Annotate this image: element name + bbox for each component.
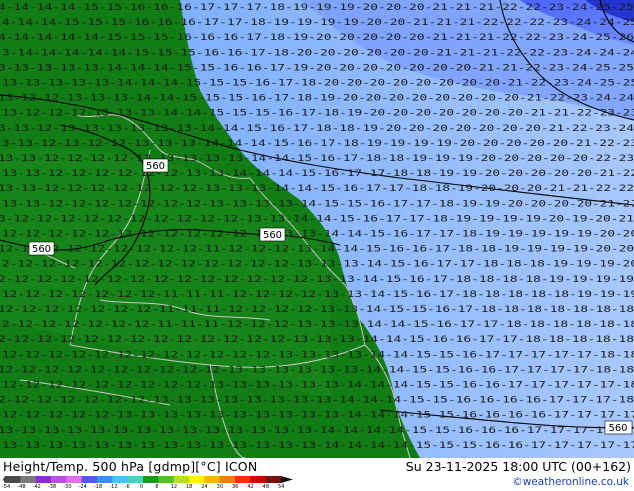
colorbar-swatch bbox=[173, 476, 190, 483]
colorbar-right-arrow bbox=[281, 476, 293, 483]
colorbar-swatch bbox=[81, 476, 98, 483]
colorbar-tick-label: -48 bbox=[17, 484, 26, 490]
temperature-row: 2-12-12-12-12-12-12-12-12-12-12-12-12-12… bbox=[0, 275, 634, 285]
colorbar-swatch bbox=[51, 476, 67, 483]
temperature-row: 13-13-13-13-13-14-14-14-15-15-15-16-17-1… bbox=[2, 79, 634, 89]
colorbar-tick-label: 24 bbox=[201, 484, 208, 490]
temperature-row: 13-13-12-12-12-12-12-13-13-13-13-14-14-1… bbox=[0, 154, 634, 164]
temperature-row: 12-12-12-12-12-12-12-12-12-12-13-13-13-1… bbox=[0, 365, 634, 375]
colorbar-tick-label: 0 bbox=[140, 484, 144, 490]
temperature-row: 2-12-12-12-12-12-12-11-11-11-12-12-12-13… bbox=[2, 320, 634, 330]
temperature-row: 12-12-12-12-12-12-12-12-12-12-12-13-13-1… bbox=[2, 230, 634, 240]
temperature-row: 12-12-12-12-12-12-12-11-11-11-12-12-12-1… bbox=[0, 305, 634, 315]
contour-label-text: 560 bbox=[608, 423, 627, 434]
colorbar-tick-label: 18 bbox=[186, 484, 193, 490]
valid-time: Su 23-11-2025 18:00 UTC (00+162) bbox=[405, 459, 631, 474]
colorbar-swatch bbox=[158, 476, 175, 483]
contour-label: 560 bbox=[28, 241, 55, 256]
colorbar-tick-label: 12 bbox=[170, 484, 178, 490]
credit-link[interactable]: ©weatheronline.co.uk bbox=[512, 476, 629, 488]
colorbar-swatch bbox=[66, 476, 83, 483]
colorbar-tick-label: 36 bbox=[232, 484, 239, 490]
contour-label: 560 bbox=[142, 158, 169, 173]
colorbar-swatch bbox=[143, 476, 159, 483]
temperature-row: 13-13-13-13-13-13-13-13-13-13-13-13-13-1… bbox=[0, 426, 634, 436]
colorbar-tick-label: -42 bbox=[32, 484, 41, 490]
map-title: Height/Temp. 500 hPa [gdmp][°C] ICON bbox=[3, 459, 258, 474]
temperature-row: 12-12-12-12-12-12-12-12-12-12-12-12-13-1… bbox=[2, 350, 634, 360]
colorbar-labels: -54 -48 -42 -38 -30 -24 -18 -12 -6 0 6 12 18 24 30 36 42… bbox=[0, 485, 300, 491]
colorbar-swatch bbox=[97, 476, 113, 483]
temperature-row: 13-13-12-12-12-12-12-12-12-13-13-13-14-1… bbox=[0, 184, 634, 194]
colorbar-swatch bbox=[112, 476, 129, 483]
colorbar-swatch bbox=[235, 476, 251, 483]
temperature-row: 2-12-12-12-12-12-12-13-13-13-13-13-13-13… bbox=[0, 396, 634, 406]
colorbar-swatch bbox=[219, 476, 236, 483]
temperature-row: 12-12-12-12-12-12-12-12-12-11-12-12-12-1… bbox=[0, 245, 634, 255]
contour-label-text: 560 bbox=[32, 244, 51, 255]
temperature-row: 12-12-12-12-12-12-12-12-12-13-13-13-13-1… bbox=[2, 381, 634, 391]
colorbar-tick-label: 54 bbox=[278, 484, 285, 490]
contour-label: 560 bbox=[259, 227, 286, 242]
temperature-row: 4-14-14-14-15-15-16-16-16-17-17-17-18-19… bbox=[0, 3, 634, 13]
colorbar-tick-label: 48 bbox=[262, 484, 270, 490]
colorbar bbox=[3, 476, 293, 483]
colorbar-swatch bbox=[127, 476, 144, 483]
temperature-row: 4-14-14-14-14-15-15-15-16-16-16-17-18-19… bbox=[0, 33, 634, 43]
colorbar-swatch bbox=[265, 476, 282, 483]
colorbar-swatch bbox=[20, 476, 37, 483]
colorbar-tick-label: 6 bbox=[155, 484, 159, 490]
temperature-row: 2-12-12-12-12-12-12-12-12-12-12-12-12-13… bbox=[2, 260, 634, 270]
map-canvas: 4-14-14-14-15-15-16-16-16-17-17-17-18-19… bbox=[0, 0, 634, 458]
temperature-row: 13-12-12-13-13-13-14-14-15-15-15-16-17-1… bbox=[0, 94, 634, 104]
colorbar-tick-label: -18 bbox=[94, 484, 103, 490]
map-footer: Height/Temp. 500 hPa [gdmp][°C] ICON Su … bbox=[0, 458, 634, 490]
temperature-row: 13-12-12-12-13-13-13-14-14-15-15-15-16-1… bbox=[2, 109, 634, 119]
contour-label: 560 bbox=[604, 420, 633, 435]
colorbar-tick-label: 42 bbox=[247, 484, 254, 490]
colorbar-left-arrow bbox=[3, 476, 5, 483]
temperature-row: 3-13-13-13-13-14-14-14-15-15-16-16-17-19… bbox=[0, 63, 634, 73]
colorbar-tick-label: -12 bbox=[109, 484, 118, 490]
temperature-row: 13-13-12-12-12-12-12-12-13-13-14-14-14-1… bbox=[2, 169, 634, 179]
colorbar-tick-label: -6 bbox=[124, 484, 130, 490]
colorbar-swatch bbox=[204, 476, 221, 483]
colorbar-swatch bbox=[35, 476, 52, 483]
colorbar-swatch bbox=[189, 476, 205, 483]
weather-map: 4-14-14-14-15-15-16-16-16-17-17-17-18-19… bbox=[0, 0, 634, 458]
contour-label-text: 560 bbox=[263, 230, 282, 241]
temperature-row: 3-13-12-13-13-13-13-13-13-14-14-15-16-17… bbox=[0, 124, 634, 134]
temperature-row: 13-13-12-12-12-12-12-12-12-13-13-13-13-1… bbox=[2, 199, 634, 209]
colorbar-swatch bbox=[5, 476, 21, 483]
colorbar-tick-label: -38 bbox=[48, 484, 57, 490]
colorbar-tick-label: -30 bbox=[63, 484, 72, 490]
temperature-row: 12-12-12-12-12-13-13-13-13-13-13-13-13-1… bbox=[2, 411, 634, 421]
temperature-row: 4-14-14-15-15-15-16-16-16-17-17-18-19-19… bbox=[2, 18, 634, 28]
temperature-row: 3-12-12-12-12-12-12-12-12-12-12-13-13-14… bbox=[0, 214, 634, 224]
temperature-row: 3-13-12-13-12-12-13-13-13-14-14-14-15-16… bbox=[2, 139, 634, 149]
colorbar-tick-label: -24 bbox=[78, 484, 87, 490]
colorbar-tick-label: 30 bbox=[216, 484, 224, 490]
temperature-row: 2-12-12-12-12-12-12-12-12-12-12-12-12-13… bbox=[0, 335, 634, 345]
temperature-row: 3-14-14-14-14-14-15-15-15-16-16-17-18-20… bbox=[2, 48, 634, 58]
temperature-row: 13-13-13-13-13-13-13-13-13-13-13-13-13-1… bbox=[2, 441, 634, 451]
colorbar-swatch bbox=[250, 476, 267, 483]
colorbar-tick-label: -54 bbox=[2, 484, 11, 490]
contour-label-text: 560 bbox=[146, 161, 165, 172]
temperature-row: 12-12-12-12-12-12-12-11-11-11-12-12-12-1… bbox=[2, 290, 634, 300]
